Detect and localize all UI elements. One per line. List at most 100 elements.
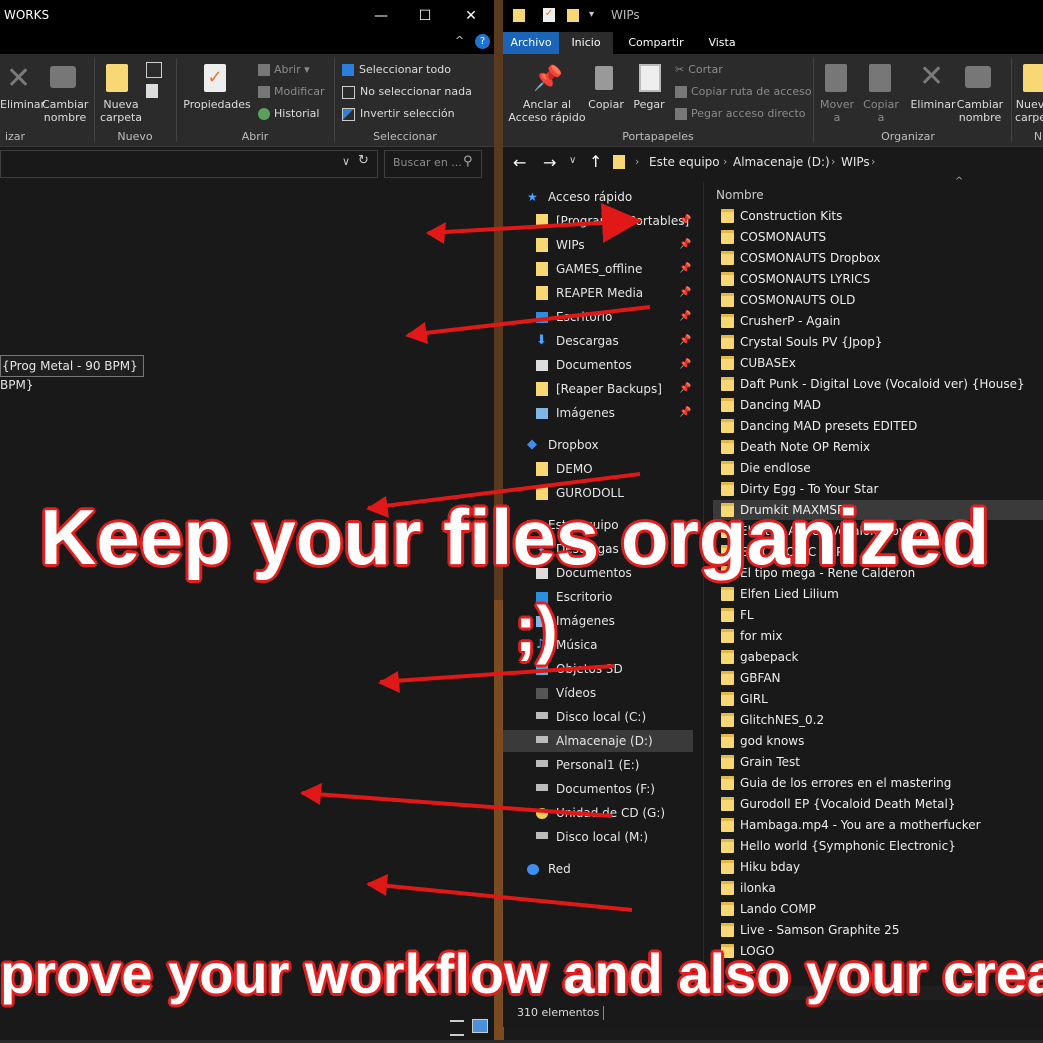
nav-item-v-deos[interactable]: Vídeos: [503, 682, 693, 704]
nav-item-im-genes[interactable]: Imágenes 📌: [503, 402, 693, 424]
nav-item-programas-portables[interactable]: [Programas Portables] 📌: [503, 210, 693, 232]
nav-item-descargas[interactable]: ⬇ Descargas 📌: [503, 330, 693, 352]
new-folder-quick-icon[interactable]: [567, 9, 579, 22]
invert-selection-button[interactable]: Invertir selección: [342, 105, 455, 123]
copy-button[interactable]: Copiar: [587, 98, 625, 111]
nav-item-almacenaje-d[interactable]: Almacenaje (D:): [503, 730, 693, 752]
breadcrumb-wips[interactable]: WIPs: [841, 155, 870, 169]
forward-arrow-icon[interactable]: →: [543, 153, 556, 172]
file-row[interactable]: ilonka: [713, 878, 1043, 898]
minimize-button[interactable]: —: [358, 0, 404, 32]
tab-compartir[interactable]: Compartir: [617, 32, 695, 54]
close-button[interactable]: ✕: [448, 0, 494, 32]
nav-item-reaper-backups[interactable]: [Reaper Backups] 📌: [503, 378, 693, 400]
rename-button[interactable]: Cambiar nombre: [42, 98, 88, 124]
properties-quick-icon[interactable]: ✓: [543, 8, 555, 22]
nav-item-personal1-e[interactable]: Personal1 (E:): [503, 754, 693, 776]
nav-item-escritorio[interactable]: Escritorio 📌: [503, 306, 693, 328]
pin-quick-access-button[interactable]: Anclar al Acceso rápido: [505, 98, 589, 124]
copy-to-button[interactable]: Copiar a: [859, 98, 903, 124]
file-row[interactable]: CrusherP - Again: [713, 311, 1043, 331]
copy-path-button[interactable]: Copiar ruta de acceso: [675, 83, 812, 101]
pin-icon[interactable]: 📌: [679, 282, 691, 304]
tab-vista[interactable]: Vista: [699, 32, 745, 54]
new-item-icon[interactable]: [146, 62, 162, 78]
file-row[interactable]: Daft Punk - Digital Love (Vocaloid ver) …: [713, 374, 1043, 394]
pin-icon[interactable]: 📌: [679, 402, 691, 424]
file-row[interactable]: Dancing MAD presets EDITED: [713, 416, 1043, 436]
move-to-button[interactable]: Mover a: [815, 98, 859, 124]
nav-item-red[interactable]: Red: [503, 858, 693, 880]
breadcrumb[interactable]: › Este equipo › Almacenaje (D:) › WIPs ›: [607, 150, 1043, 176]
file-row[interactable]: Construction Kits: [713, 206, 1043, 226]
file-row[interactable]: Die endlose: [713, 458, 1043, 478]
file-row[interactable]: COSMONAUTS: [713, 227, 1043, 247]
file-row[interactable]: Crystal Souls PV {Jpop}: [713, 332, 1043, 352]
maximize-button[interactable]: ☐: [402, 0, 448, 32]
nav-item-unidad-de-cd-g[interactable]: Unidad de CD (G:): [503, 802, 693, 824]
file-row[interactable]: FL: [713, 605, 1043, 625]
select-all-button[interactable]: Seleccionar todo: [342, 61, 451, 79]
paste-button[interactable]: Pegar: [629, 98, 669, 111]
nav-item-dropbox[interactable]: ◆ Dropbox: [503, 434, 693, 456]
left-search-box[interactable]: Buscar en ... ⚲: [384, 150, 482, 178]
rename-button[interactable]: Cambiar nombre: [955, 98, 1005, 124]
file-row[interactable]: Death Note OP Remix: [713, 437, 1043, 457]
nav-item-games-offline[interactable]: GAMES_offline 📌: [503, 258, 693, 280]
nav-item-disco-local-m[interactable]: Disco local (M:): [503, 826, 693, 848]
new-folder-button[interactable]: Nuev carpe: [1015, 98, 1043, 124]
file-row[interactable]: Guia de los errores en el mastering: [713, 773, 1043, 793]
file-row[interactable]: Dancing MAD: [713, 395, 1043, 415]
nav-item-acceso-r-pido[interactable]: ★ Acceso rápido: [503, 186, 693, 208]
file-row[interactable]: GIRL: [713, 689, 1043, 709]
tab-archivo[interactable]: Archivo: [503, 32, 559, 54]
collapse-ribbon-icon[interactable]: ^: [455, 34, 464, 47]
nav-item-demo[interactable]: DEMO: [503, 458, 693, 480]
nav-item-documentos-f[interactable]: Documentos (F:): [503, 778, 693, 800]
address-dropdown-icon[interactable]: ∨: [342, 155, 350, 168]
file-row[interactable]: gabepack: [713, 647, 1043, 667]
nav-item-wips[interactable]: WIPs 📌: [503, 234, 693, 256]
pane-divider[interactable]: [703, 182, 704, 987]
nav-item-documentos[interactable]: Documentos 📌: [503, 354, 693, 376]
file-row[interactable]: Gurodoll EP {Vocaloid Death Metal}: [713, 794, 1043, 814]
breadcrumb-este-equipo[interactable]: Este equipo: [649, 155, 720, 169]
history-button[interactable]: Historial: [258, 105, 319, 123]
file-row[interactable]: for mix: [713, 626, 1043, 646]
file-row[interactable]: god knows: [713, 731, 1043, 751]
file-row[interactable]: COSMONAUTS LYRICS: [713, 269, 1043, 289]
open-button[interactable]: Abrir ▾: [258, 61, 310, 79]
pin-icon[interactable]: 📌: [679, 306, 691, 328]
nav-item-disco-local-c[interactable]: Disco local (C:): [503, 706, 693, 728]
file-row[interactable]: Grain Test: [713, 752, 1043, 772]
breadcrumb-almacenaje[interactable]: Almacenaje (D:): [733, 155, 830, 169]
help-icon[interactable]: ?: [475, 34, 490, 49]
delete-button[interactable]: Eliminar: [0, 98, 45, 111]
easy-access-icon[interactable]: [146, 84, 158, 98]
left-address-bar[interactable]: [0, 150, 378, 178]
file-row[interactable]: GBFAN: [713, 668, 1043, 688]
pin-icon[interactable]: 📌: [679, 330, 691, 352]
delete-button[interactable]: Eliminar: [909, 98, 957, 111]
large-icons-view-icon[interactable]: [472, 1019, 488, 1033]
pin-icon[interactable]: 📌: [679, 258, 691, 280]
file-row[interactable]: Hiku bday: [713, 857, 1043, 877]
up-arrow-icon[interactable]: ↑: [589, 152, 602, 171]
tab-inicio[interactable]: Inicio: [559, 32, 613, 54]
file-row[interactable]: GlitchNES_0.2: [713, 710, 1043, 730]
file-row[interactable]: Live - Samson Graphite 25: [713, 920, 1043, 940]
file-row[interactable]: Hambaga.mp4 - You are a motherfucker: [713, 815, 1043, 835]
details-view-icon[interactable]: [450, 1020, 464, 1036]
pin-icon[interactable]: 📌: [679, 234, 691, 256]
file-row[interactable]: Elfen Lied Lilium: [713, 584, 1043, 604]
customize-quick-access-icon[interactable]: ▾: [589, 9, 594, 20]
properties-button[interactable]: Propiedades: [182, 98, 252, 111]
pin-icon[interactable]: 📌: [679, 210, 691, 232]
pin-icon[interactable]: 📌: [679, 378, 691, 400]
refresh-icon[interactable]: ↻: [358, 153, 369, 168]
new-folder-button[interactable]: Nueva carpeta: [98, 98, 144, 124]
pin-icon[interactable]: 📌: [679, 354, 691, 376]
edit-button[interactable]: Modificar: [258, 83, 325, 101]
nav-item-reaper-media[interactable]: REAPER Media 📌: [503, 282, 693, 304]
back-arrow-icon[interactable]: ←: [513, 153, 526, 172]
